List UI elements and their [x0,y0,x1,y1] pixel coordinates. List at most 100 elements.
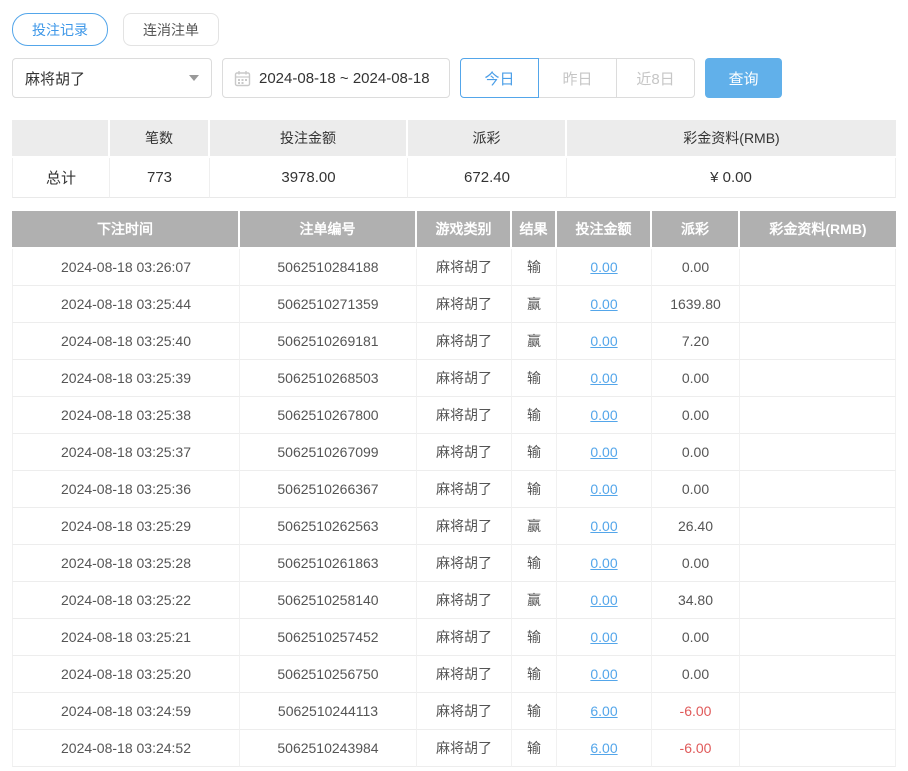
cell-bet-amount: 0.00 [557,360,652,397]
cell-bonus [740,619,896,656]
filter-bar: 麻将胡了 2024-08-18 ~ 2024-08-18 今日 昨日 近8日 查… [12,58,896,98]
cell-payout: 1639.80 [652,286,740,323]
quick-range-yesterday-button[interactable]: 昨日 [538,58,617,98]
cell-bet-amount: 6.00 [557,693,652,730]
bet-amount-link[interactable]: 0.00 [590,481,617,497]
cell-bonus [740,323,896,360]
tab-cancelled-bets[interactable]: 连消注单 [123,13,219,46]
query-button[interactable]: 查询 [705,58,782,98]
cell-bonus [740,545,896,582]
cell-game-category: 麻将胡了 [417,693,512,730]
cell-bet-amount: 0.00 [557,471,652,508]
cell-order-number: 5062510258140 [240,582,417,619]
bet-amount-link[interactable]: 0.00 [590,444,617,460]
cell-game-category: 麻将胡了 [417,323,512,360]
cell-order-number: 5062510244113 [240,693,417,730]
header-order-number: 注单编号 [240,211,417,249]
header-game-category: 游戏类别 [417,211,512,249]
cell-payout: 0.00 [652,471,740,508]
cell-bonus [740,434,896,471]
cell-bet-time: 2024-08-18 03:24:59 [12,693,240,730]
bet-amount-link[interactable]: 0.00 [590,370,617,386]
cell-order-number: 5062510262563 [240,508,417,545]
summary-total-bonus: ¥ 0.00 [567,158,896,198]
summary-total-payout: 672.40 [408,158,567,198]
cell-payout: 0.00 [652,360,740,397]
cell-bet-time: 2024-08-18 03:25:29 [12,508,240,545]
table-row: 2024-08-18 03:25:28 5062510261863 麻将胡了 输… [12,545,896,582]
cell-result: 输 [512,397,557,434]
cell-game-category: 麻将胡了 [417,434,512,471]
bet-amount-link[interactable]: 0.00 [590,333,617,349]
table-row: 2024-08-18 03:25:39 5062510268503 麻将胡了 输… [12,360,896,397]
table-row: 2024-08-18 03:25:44 5062510271359 麻将胡了 赢… [12,286,896,323]
quick-range-yesterday-label: 昨日 [562,70,593,88]
cell-game-category: 麻将胡了 [417,656,512,693]
bet-amount-link[interactable]: 0.00 [590,629,617,645]
cell-game-category: 麻将胡了 [417,730,512,767]
cell-bonus [740,397,896,434]
cell-order-number: 5062510268503 [240,360,417,397]
bet-amount-link[interactable]: 0.00 [590,666,617,682]
date-range-value: 2024-08-18 ~ 2024-08-18 [259,69,430,87]
bet-amount-link[interactable]: 0.00 [590,592,617,608]
cell-order-number: 5062510257452 [240,619,417,656]
cell-game-category: 麻将胡了 [417,582,512,619]
game-select[interactable]: 麻将胡了 [12,58,212,98]
cell-bet-amount: 0.00 [557,508,652,545]
quick-range-today-button[interactable]: 今日 [460,58,539,98]
cell-payout: 0.00 [652,249,740,286]
table-row: 2024-08-18 03:25:20 5062510256750 麻将胡了 输… [12,656,896,693]
cell-game-category: 麻将胡了 [417,360,512,397]
cell-payout: 0.00 [652,656,740,693]
cell-result: 输 [512,656,557,693]
cell-payout: 26.40 [652,508,740,545]
bet-amount-link[interactable]: 6.00 [590,703,617,719]
betting-records-page: 投注记录 连消注单 麻将胡了 2024-08-18 ~ 2024-08-18 今… [0,13,908,767]
cell-bet-time: 2024-08-18 03:25:21 [12,619,240,656]
cell-bet-time: 2024-08-18 03:25:38 [12,397,240,434]
cell-bet-amount: 0.00 [557,656,652,693]
bet-amount-link[interactable]: 0.00 [590,555,617,571]
bet-amount-link[interactable]: 0.00 [590,518,617,534]
cell-result: 赢 [512,286,557,323]
cell-payout: 0.00 [652,545,740,582]
cell-payout: 0.00 [652,397,740,434]
cell-order-number: 5062510269181 [240,323,417,360]
summary-total-label: 总计 [12,158,110,198]
cell-result: 赢 [512,508,557,545]
summary-header-payout: 派彩 [408,120,567,158]
quick-range-last8days-button[interactable]: 近8日 [616,58,695,98]
cell-bet-time: 2024-08-18 03:25:36 [12,471,240,508]
cell-bonus [740,286,896,323]
cell-bonus [740,582,896,619]
cell-bonus [740,471,896,508]
date-range-input[interactable]: 2024-08-18 ~ 2024-08-18 [222,58,450,98]
cell-payout: 7.20 [652,323,740,360]
record-type-tabs: 投注记录 连消注单 [12,13,896,46]
game-select-value: 麻将胡了 [25,70,86,88]
cell-bet-amount: 0.00 [557,545,652,582]
cell-payout: 34.80 [652,582,740,619]
quick-range-group: 今日 昨日 近8日 [460,58,695,98]
summary-header-bonus: 彩金资料(RMB) [567,120,896,158]
cell-result: 赢 [512,582,557,619]
bet-amount-link[interactable]: 0.00 [590,296,617,312]
table-row: 2024-08-18 03:25:36 5062510266367 麻将胡了 输… [12,471,896,508]
quick-range-today-label: 今日 [484,70,515,88]
bet-amount-link[interactable]: 0.00 [590,407,617,423]
bet-table-body: 2024-08-18 03:26:07 5062510284188 麻将胡了 输… [12,249,896,767]
bet-table-header-row: 下注时间 注单编号 游戏类别 结果 投注金额 派彩 彩金资料(RMB) [12,211,896,249]
bet-amount-link[interactable]: 0.00 [590,259,617,275]
cell-result: 输 [512,619,557,656]
cell-result: 输 [512,471,557,508]
tab-bet-records[interactable]: 投注记录 [12,13,108,46]
summary-table: 笔数 投注金额 派彩 彩金资料(RMB) 总计 773 3978.00 672.… [12,120,896,198]
header-bonus: 彩金资料(RMB) [740,211,896,249]
bet-amount-link[interactable]: 6.00 [590,740,617,756]
cell-order-number: 5062510267800 [240,397,417,434]
chevron-down-icon [189,75,199,81]
cell-payout: 0.00 [652,619,740,656]
cell-result: 输 [512,693,557,730]
table-row: 2024-08-18 03:25:40 5062510269181 麻将胡了 赢… [12,323,896,360]
